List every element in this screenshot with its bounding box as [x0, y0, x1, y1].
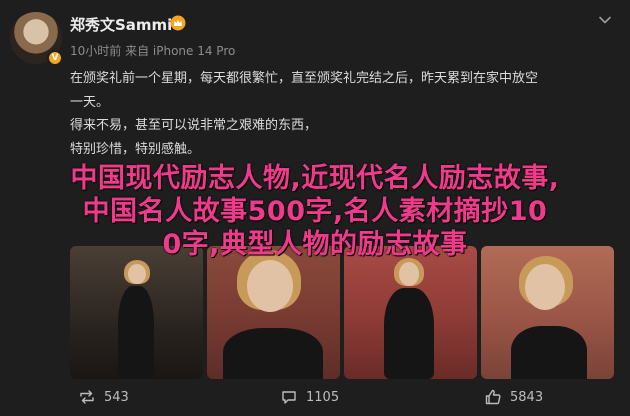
like-count: 5843 [510, 389, 544, 405]
post-text: 在颁奖礼前一个星期，每天都很繁忙，直至颁奖礼完结之后，昨天累到在家中放空 一天。… [70, 67, 615, 161]
post-line: 得来不易，甚至可以说非常之艰难的东西， [70, 118, 318, 133]
overlay-headline: 中国现代励志人物,近现代名人励志故事, 中国名人故事500字,名人素材摘抄10 … [0, 162, 630, 261]
overlay-line: 中国名人故事500字,名人素材摘抄10 [82, 196, 548, 227]
overlay-line: 中国现代励志人物,近现代名人励志故事, [70, 163, 560, 194]
comment-button[interactable]: 1105 [280, 388, 339, 406]
post-line: 一天。 [70, 94, 110, 110]
verified-badge-icon: V [47, 50, 63, 66]
like-button[interactable]: 5843 [484, 388, 543, 406]
post-photo-1[interactable] [70, 246, 203, 379]
post-photo-4[interactable] [481, 246, 614, 379]
chevron-down-icon[interactable] [597, 12, 613, 28]
crown-icon [170, 15, 186, 31]
comment-icon [282, 391, 296, 404]
overlay-line: 0字,典型人物的励志故事 [162, 229, 468, 260]
action-bar: 543 1105 5843 [0, 388, 630, 410]
thumbs-up-icon [485, 389, 501, 405]
post-line: 特别珍惜，特别感触。 [70, 141, 201, 157]
post-photo-3[interactable] [344, 246, 477, 379]
comment-count: 1105 [306, 389, 340, 405]
post-meta: 10小时前 来自 iPhone 14 Pro [70, 44, 236, 58]
repost-count: 543 [104, 389, 129, 405]
post-photo-2[interactable] [207, 246, 340, 379]
repost-button[interactable]: 543 [78, 388, 129, 406]
post-line: 在颁奖礼前一个星期，每天都很繁忙，直至颁奖礼完结之后，昨天累到在家中放空 [70, 71, 539, 86]
username[interactable]: 郑秀文Sammi [70, 14, 172, 35]
repost-icon [80, 390, 94, 404]
